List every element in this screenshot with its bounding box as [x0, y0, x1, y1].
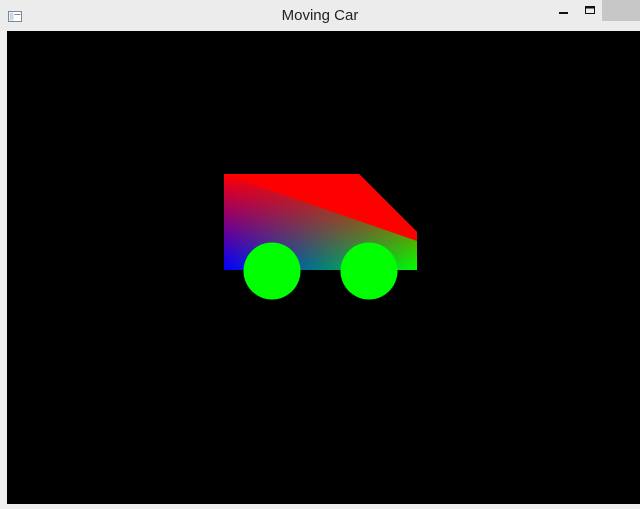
client-area — [0, 31, 640, 504]
window-title: Moving Car — [281, 7, 359, 24]
app-window: Moving Car — [0, 0, 640, 504]
maximize-button[interactable] — [576, 0, 604, 21]
maximize-icon — [585, 6, 595, 14]
render-canvas[interactable] — [7, 31, 640, 504]
close-icon — [602, 0, 640, 21]
minimize-icon — [559, 12, 568, 14]
minimize-button[interactable] — [550, 0, 578, 21]
front-wheel — [340, 242, 398, 300]
car — [224, 174, 417, 300]
rear-wheel — [243, 242, 301, 300]
title-bar[interactable]: Moving Car — [0, 0, 640, 31]
car-scene — [224, 174, 417, 300]
close-button[interactable] — [602, 0, 640, 21]
